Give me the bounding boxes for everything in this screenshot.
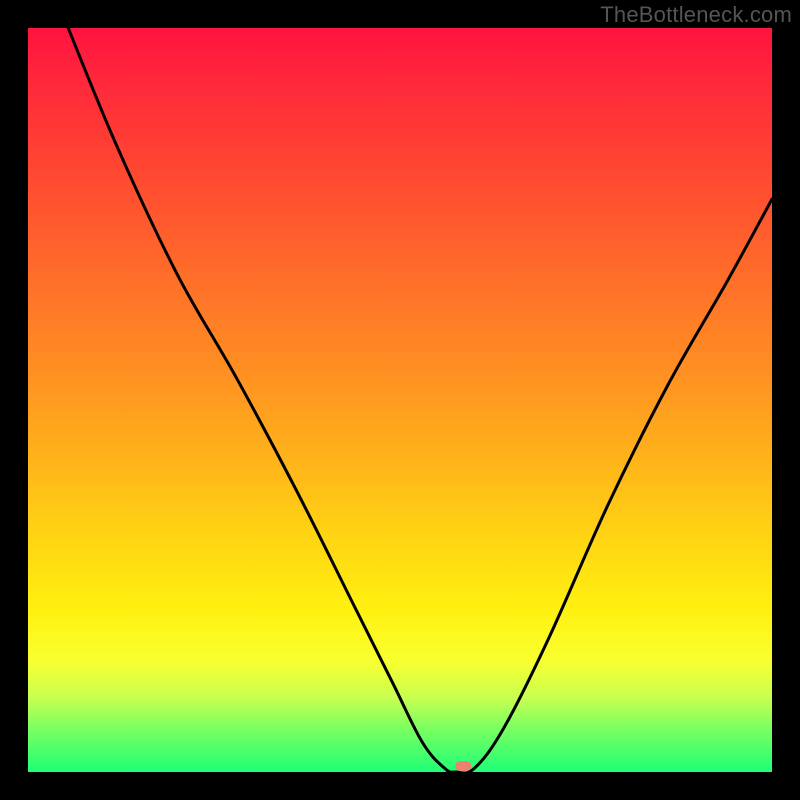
chart-frame: TheBottleneck.com [0, 0, 800, 800]
watermark-text: TheBottleneck.com [600, 2, 792, 28]
chart-svg [28, 28, 772, 772]
series-curve [65, 28, 772, 772]
plot-area [28, 28, 772, 772]
optimum-marker [455, 761, 471, 771]
